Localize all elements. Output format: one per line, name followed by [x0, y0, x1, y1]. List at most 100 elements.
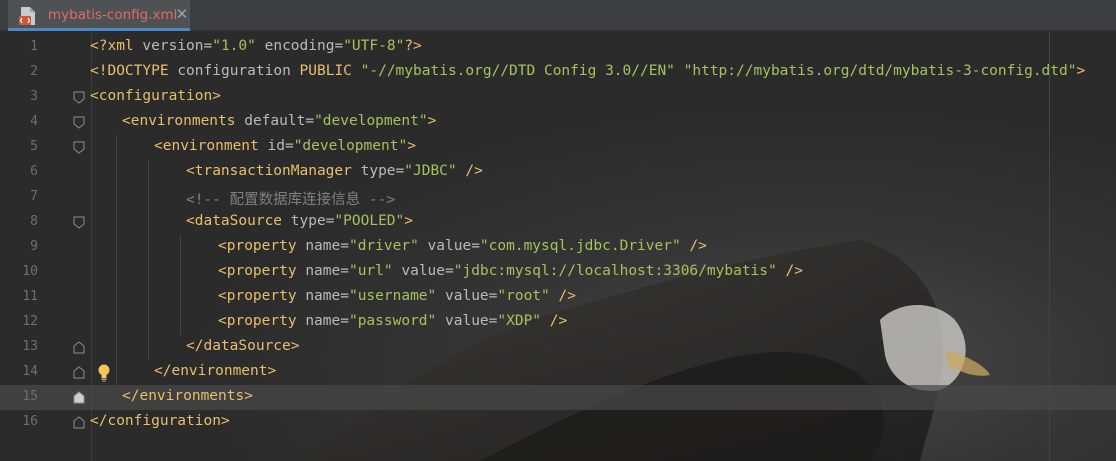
code-token: value= [392, 263, 454, 279]
line-number[interactable]: 7 [0, 189, 38, 204]
code-text[interactable]: <property name="username" value="root" /… [218, 288, 576, 304]
code-token: <environments [122, 113, 245, 129]
code-token: </configuration> [90, 413, 230, 429]
code-text[interactable]: <environments default="development"> [122, 113, 436, 129]
code-text[interactable]: <environment id="development"> [154, 138, 416, 154]
code-line[interactable]: 4 <environments default="development"> [0, 110, 1116, 135]
code-line[interactable]: 8 <dataSource type="POOLED"> [0, 210, 1116, 235]
code-token: configuration [177, 63, 300, 79]
code-token: <configuration> [90, 88, 221, 104]
code-line[interactable]: 6 <transactionManager type="JDBC" /> [0, 160, 1116, 185]
code-line[interactable]: 11 <property name="username" value="root"… [0, 285, 1116, 310]
code-token: > [427, 113, 437, 129]
code-line[interactable]: 2 <!DOCTYPE configuration PUBLIC "-//myba… [0, 60, 1116, 85]
indent-guide [116, 135, 117, 385]
code-token: <property [218, 313, 306, 329]
code-token: "username" [348, 288, 437, 304]
close-icon[interactable]: ✕ [174, 6, 190, 22]
code-token: <property [218, 288, 306, 304]
line-number[interactable]: 8 [0, 214, 38, 229]
line-number[interactable]: 14 [0, 364, 38, 379]
code-token: > [404, 213, 413, 229]
code-line[interactable]: 13 </dataSource> [0, 335, 1116, 360]
code-token: <!DOCTYPE [90, 63, 178, 79]
xml-file-icon [19, 7, 35, 25]
fold-marker-icon[interactable] [73, 366, 85, 379]
code-token: id= [267, 138, 294, 154]
code-text[interactable]: <transactionManager type="JDBC" /> [186, 163, 483, 179]
code-line[interactable]: 1 <?xml version="1.0" encoding="UTF-8"?> [0, 35, 1116, 60]
line-number[interactable]: 10 [0, 264, 38, 279]
code-token: "url" [348, 263, 393, 279]
code-text[interactable]: </environment> [154, 363, 276, 379]
code-text[interactable]: <configuration> [90, 88, 221, 104]
line-number[interactable]: 9 [0, 239, 38, 254]
tab-mybatis-config-xml[interactable]: mybatis-config.xml ✕ [8, 0, 190, 31]
code-token: </dataSource> [186, 338, 300, 354]
fold-marker-icon[interactable] [73, 116, 85, 129]
lightbulb-icon[interactable] [96, 363, 112, 383]
code-text[interactable]: </dataSource> [186, 338, 300, 354]
line-number[interactable]: 16 [0, 414, 38, 429]
code-text[interactable]: <dataSource type="POOLED"> [186, 213, 413, 229]
code-text[interactable]: <property name="driver" value="com.mysql… [218, 238, 707, 254]
code-text[interactable]: <property name="password" value="XDP" /> [218, 313, 567, 329]
code-token: "driver" [348, 238, 419, 254]
fold-marker-icon[interactable] [73, 416, 85, 429]
code-text[interactable]: <!DOCTYPE configuration PUBLIC "-//mybat… [90, 63, 1085, 79]
code-line[interactable]: 9 <property name="driver" value="com.mysq… [0, 235, 1116, 260]
code-token: value= [436, 313, 498, 329]
code-token: /> [680, 238, 707, 254]
code-token: /> [541, 313, 568, 329]
code-text[interactable]: <!-- 配置数据库连接信息 --> [186, 188, 395, 209]
line-number[interactable]: 15 [0, 389, 38, 404]
line-number[interactable]: 12 [0, 314, 38, 329]
code-token: <?xml [90, 38, 143, 54]
fold-marker-icon[interactable] [73, 141, 85, 154]
code-token: </environments> [122, 388, 253, 404]
code-token: <dataSource [186, 213, 291, 229]
code-editor[interactable]: 1 <?xml version="1.0" encoding="UTF-8"?> 2… [0, 31, 1116, 461]
code-line[interactable]: 3 <configuration> [0, 85, 1116, 110]
line-number[interactable]: 13 [0, 339, 38, 354]
code-token: <transactionManager [186, 163, 361, 179]
code-line[interactable]: 5 <environment id="development"> [0, 135, 1116, 160]
code-token: name= [305, 238, 349, 254]
line-number[interactable]: 2 [0, 64, 38, 79]
code-line[interactable]: 15 </environments> [0, 385, 1116, 410]
code-token: </environment> [154, 363, 277, 379]
line-number[interactable]: 4 [0, 114, 38, 129]
code-line[interactable]: 12 <property name="password" value="XDP" … [0, 310, 1116, 335]
code-line[interactable]: 16 </configuration> [0, 410, 1116, 435]
code-token: ?> [404, 38, 422, 54]
code-text[interactable]: <property name="url" value="jdbc:mysql:/… [218, 263, 803, 279]
code-token: "com.mysql.jdbc.Driver" [479, 238, 681, 254]
code-token: "UTF-8" [343, 38, 405, 54]
fold-marker-icon[interactable] [73, 391, 85, 404]
code-text[interactable]: </environments> [122, 388, 253, 404]
code-token: type= [290, 213, 335, 229]
line-number[interactable]: 1 [0, 39, 38, 54]
code-line[interactable]: 14 </environment> [0, 360, 1116, 385]
code-token: "JDBC" [404, 163, 457, 179]
code-token: > [407, 138, 416, 154]
code-token: <property [218, 263, 306, 279]
code-text[interactable]: </configuration> [90, 413, 230, 429]
code-text[interactable]: <?xml version="1.0" encoding="UTF-8"?> [90, 38, 422, 54]
line-number[interactable]: 5 [0, 139, 38, 154]
code-token: > [1076, 63, 1086, 79]
code-token: version= [142, 38, 213, 54]
fold-marker-icon[interactable] [73, 341, 85, 354]
code-line[interactable]: 7 <!-- 配置数据库连接信息 --> [0, 185, 1116, 210]
line-number[interactable]: 11 [0, 289, 38, 304]
line-number[interactable]: 6 [0, 164, 38, 179]
code-token: /> [776, 263, 803, 279]
code-line[interactable]: 10 <property name="url" value="jdbc:mysql… [0, 260, 1116, 285]
fold-marker-icon[interactable] [73, 216, 85, 229]
code-token: encoding= [255, 38, 344, 54]
line-number[interactable]: 3 [0, 89, 38, 104]
fold-marker-icon[interactable] [73, 91, 85, 104]
code-token: "root" [497, 288, 550, 304]
code-token: "XDP" [497, 313, 542, 329]
code-token: /> [549, 288, 576, 304]
